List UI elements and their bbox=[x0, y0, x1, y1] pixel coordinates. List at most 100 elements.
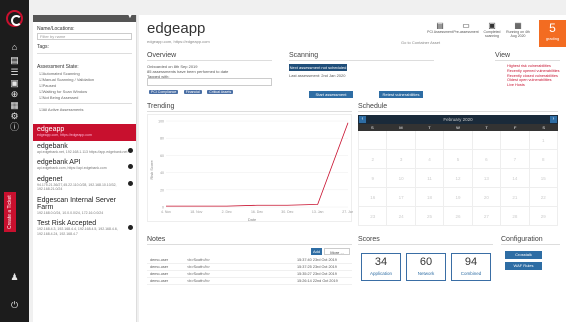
scanning-status: ▣ Completed scanning bbox=[479, 21, 505, 38]
calendar-day[interactable]: 15 bbox=[529, 169, 558, 188]
grade-badge: 5 grading bbox=[539, 20, 566, 47]
filter-icon[interactable]: ▼ bbox=[127, 14, 133, 20]
asset-name: Edgescan Internal Server Farm bbox=[37, 196, 116, 211]
calendar-day[interactable]: 21 bbox=[501, 188, 530, 207]
notes-table: demo-user <b>Scott</b> 15:37:40 23rd Oct 2… bbox=[147, 257, 352, 285]
x-tick-label: 13. Jan bbox=[312, 210, 324, 214]
calendar-day[interactable]: 10 bbox=[387, 169, 416, 188]
calendar-day[interactable]: 18 bbox=[415, 188, 445, 207]
weekday-label: S bbox=[542, 125, 546, 130]
calendar-day[interactable]: 5 bbox=[444, 150, 473, 169]
calendar-day[interactable]: 3 bbox=[387, 150, 416, 169]
user-icon[interactable]: ♟ bbox=[8, 272, 21, 282]
list-icon[interactable]: ☰ bbox=[8, 67, 21, 77]
crosstalk-button[interactable]: Crosstalk bbox=[505, 251, 542, 259]
brand-logo[interactable] bbox=[6, 10, 23, 27]
running-status: ▦ Running on 4th Aug 2020 bbox=[506, 21, 530, 38]
name-filter-input[interactable]: Filter by name bbox=[37, 33, 132, 40]
asset-item[interactable]: Test Risk Accepted 192.168.4.3, 192.168.… bbox=[33, 218, 136, 239]
calendar-day[interactable]: 22 bbox=[529, 188, 558, 207]
calendar-day[interactable]: 27 bbox=[472, 207, 502, 226]
schedule-calendar: ‹ February 2020 › SMTWTFS 1 2 3 4 5 6 7 8 9 10 11 1… bbox=[358, 115, 558, 226]
tags-label: Tags: bbox=[37, 44, 49, 50]
calendar-day[interactable]: 29 bbox=[529, 207, 558, 226]
calendar-day[interactable]: 11 bbox=[415, 169, 445, 188]
calendar-day[interactable]: 26 bbox=[444, 207, 473, 226]
x-tick-label: 16. Dec bbox=[251, 210, 263, 214]
weekday-label: W bbox=[456, 125, 460, 130]
table-row[interactable]: demo-user <b>Scott</b> 15:37:40 23rd Oct 2… bbox=[147, 257, 352, 264]
table-row[interactable]: demo-user <b>Scott</b> 15:35:27 23rd Oct 2… bbox=[147, 271, 352, 278]
view-link[interactable]: Recently opened vulnerabilities bbox=[507, 69, 560, 74]
calendar-day[interactable]: 24 bbox=[387, 207, 416, 226]
gear-icon[interactable]: ⚙ bbox=[8, 111, 21, 121]
asset-urls: edgeapp.com, https://edgeapp.com bbox=[37, 133, 92, 137]
add-note-button[interactable]: Add bbox=[311, 248, 322, 255]
create-ticket-button[interactable]: Create a Ticket bbox=[4, 192, 16, 232]
calendar-grid: 1 2 3 4 5 6 7 8 9 10 11 12 13 14 15 16 17 18 19 20 21 22 23 24 2… bbox=[358, 131, 558, 226]
calendar-day bbox=[472, 131, 502, 150]
tag-chip[interactable]: Critical Assets bbox=[207, 90, 234, 94]
prev-month-icon[interactable]: ‹ bbox=[359, 116, 366, 123]
goto-container-link[interactable]: Go to Container Asset bbox=[401, 40, 440, 45]
y-tick-label: 80 bbox=[160, 137, 164, 141]
table-row[interactable]: demo-user <b>Scott</b> 15:26:14 22nd Oct 2… bbox=[147, 278, 352, 285]
view-link[interactable]: Live Hosts bbox=[507, 83, 560, 88]
weekday-label: T bbox=[485, 125, 488, 130]
x-tick-label: 2. Dec bbox=[222, 210, 232, 214]
asset-name: Test Risk Accepted bbox=[37, 220, 97, 227]
filter-bar[interactable]: ▼ bbox=[33, 14, 136, 22]
calendar-day[interactable]: 14 bbox=[501, 169, 530, 188]
tag-chip[interactable]: PCI Compliance bbox=[149, 90, 179, 94]
calendar-day[interactable]: 7 bbox=[501, 150, 530, 169]
next-month-icon[interactable]: › bbox=[550, 116, 557, 123]
tag-chip[interactable]: Financial bbox=[183, 90, 202, 94]
chart-icon[interactable]: ▤ bbox=[8, 55, 21, 65]
active-assessments-toggle[interactable]: All Active Assessments bbox=[33, 104, 136, 112]
calendar-day[interactable]: 4 bbox=[415, 150, 445, 169]
calendar-day[interactable]: 19 bbox=[444, 188, 473, 207]
calendar-day[interactable]: 17 bbox=[387, 188, 416, 207]
asset-urls: api.edgebank.net, 192.168.1.113 https://… bbox=[37, 149, 128, 154]
retest-button[interactable]: Retest vulnerabilities bbox=[379, 91, 423, 98]
asset-item[interactable]: Edgescan Internal Server Farm 192.168.0.… bbox=[33, 195, 136, 219]
x-tick-label: 27. Jan bbox=[342, 210, 353, 214]
state-checkbox[interactable]: Not Being Assessed bbox=[33, 94, 136, 100]
tag-input[interactable]: PCI Compliance Financial Critical Assets bbox=[147, 78, 272, 94]
calendar-day bbox=[387, 131, 416, 150]
calendar-day[interactable]: 12 bbox=[444, 169, 473, 188]
calendar-day[interactable]: 2 bbox=[359, 150, 388, 169]
calendar-day[interactable]: 25 bbox=[415, 207, 445, 226]
report-icon[interactable]: ▦ bbox=[8, 100, 21, 110]
asset-item[interactable]: edgenet 94.175.21.36/27,45.22.110.0/28, … bbox=[33, 174, 136, 195]
monitor-icon[interactable]: ▣ bbox=[8, 78, 21, 88]
waf-rules-button[interactable]: WAF Rules bbox=[505, 262, 542, 270]
calendar-icon: ▦ bbox=[514, 21, 522, 30]
globe-icon[interactable]: ⊕ bbox=[8, 89, 21, 99]
calendar-day[interactable]: 8 bbox=[529, 150, 558, 169]
calendar-day[interactable]: 9 bbox=[359, 169, 388, 188]
help-icon[interactable]: ⓘ bbox=[8, 122, 21, 132]
asset-item[interactable]: edgebank api.edgebank.net, 192.168.1.113… bbox=[33, 141, 136, 158]
table-row[interactable]: demo-user <b>Scott</b> 15:37:25 23rd Oct 2… bbox=[147, 264, 352, 271]
x-tick-label: 18. Nov bbox=[190, 210, 202, 214]
calendar-day bbox=[359, 131, 388, 150]
calendar-day[interactable]: 28 bbox=[501, 207, 530, 226]
pre-assessment-status: ▭ Pre-assessment bbox=[453, 21, 479, 34]
more-notes-button[interactable]: More ... bbox=[324, 248, 350, 255]
scores-heading: Scores bbox=[358, 236, 493, 245]
home-icon[interactable]: ⌂ bbox=[8, 42, 21, 52]
calendar-day[interactable]: 6 bbox=[472, 150, 502, 169]
power-icon[interactable]: ⏻ bbox=[8, 300, 21, 310]
asset-item[interactable]: edgeapp edgeapp.com, https://edgeapp.com bbox=[33, 124, 136, 141]
calendar-day[interactable]: 23 bbox=[359, 207, 388, 226]
calendar-day[interactable]: 13 bbox=[472, 169, 502, 188]
start-assessment-button[interactable]: Start assessment bbox=[309, 91, 353, 98]
asset-item[interactable]: edgebank API api.edgebank.com, https://a… bbox=[33, 157, 136, 174]
last-assessment: Last assessment: 2nd Jan 2020 bbox=[289, 73, 346, 78]
calendar-day[interactable]: 1 bbox=[529, 131, 558, 150]
calendar-day[interactable]: 20 bbox=[472, 188, 502, 207]
weekday-label: T bbox=[428, 125, 431, 130]
calendar-day[interactable]: 16 bbox=[359, 188, 388, 207]
x-tick-label: 4. Nov bbox=[161, 210, 171, 214]
